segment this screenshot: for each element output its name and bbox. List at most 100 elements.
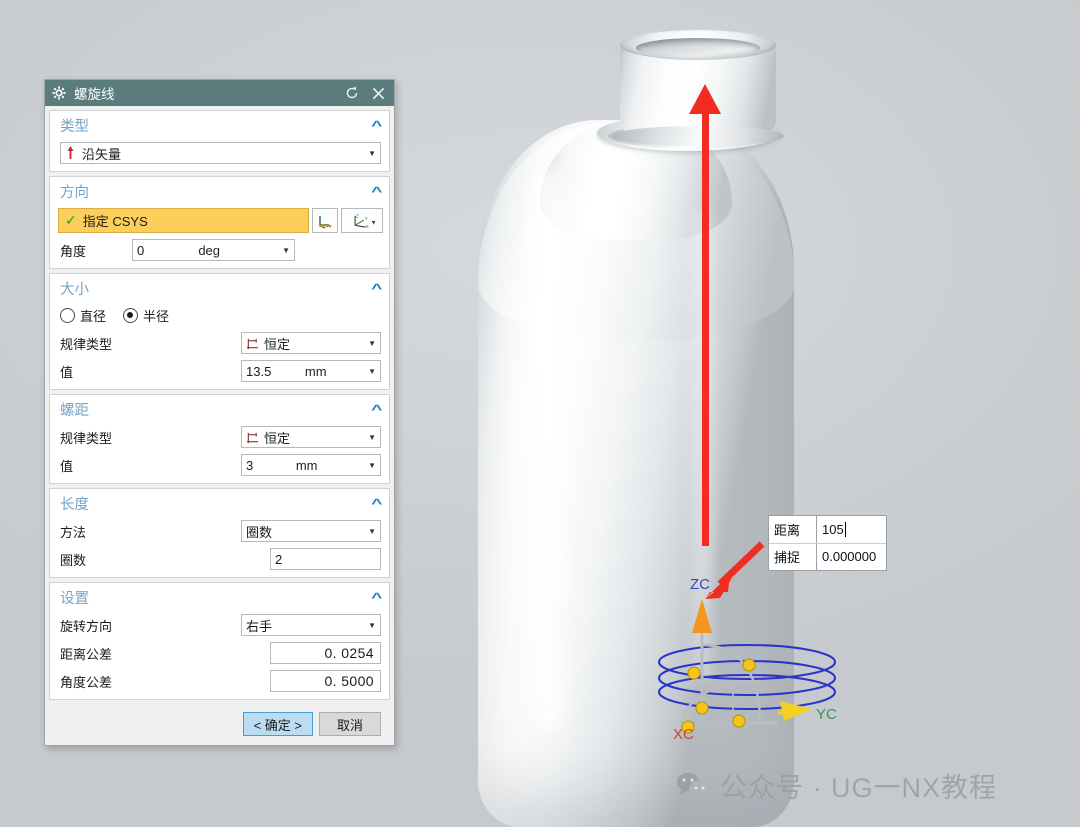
size-law-row: 规律类型 恒定 ▼	[50, 329, 389, 357]
bottle-neck-bore	[636, 38, 760, 58]
check-icon: ✓	[65, 212, 77, 228]
turns-row: 圈数 2	[50, 545, 389, 577]
radio-diameter-label: 直径	[80, 309, 107, 324]
chevron-down-icon[interactable]: ▼	[362, 433, 376, 442]
angle-tolerance-row: 角度公差 0. 5000	[50, 667, 389, 699]
pitch-value: 3	[246, 457, 254, 473]
distance-input[interactable]: 105	[816, 516, 886, 543]
chevron-up-icon[interactable]: ^	[372, 184, 383, 199]
ok-button[interactable]: < 确定 >	[242, 712, 313, 736]
pitch-law-select[interactable]: 恒定 ▼	[241, 426, 381, 448]
chevron-down-icon[interactable]: ▼	[368, 461, 376, 470]
chevron-up-icon[interactable]: ^	[372, 590, 383, 605]
distance-row: 距离 105	[769, 516, 886, 543]
helix-dialog[interactable]: 螺旋线 类型 ^ 沿矢量 ▼ 方向 ^ ✓ 指定 CSYS Z Y X 角度 0…	[44, 79, 395, 746]
chevron-up-icon[interactable]: ^	[372, 402, 383, 417]
chevron-up-icon[interactable]: ^	[372, 281, 383, 296]
chevron-down-icon[interactable]: ▼	[282, 246, 290, 255]
turns-label: 圈数	[60, 552, 87, 568]
pitch-law-value: 恒定	[264, 430, 291, 446]
distance-entry-box[interactable]: 距离 105 捕捉 0.000000	[768, 515, 887, 571]
angle-label: 角度	[60, 243, 87, 259]
length-method-select[interactable]: 圈数 ▼	[241, 520, 381, 542]
distance-tolerance-input[interactable]: 0. 0254	[270, 642, 381, 664]
section-pitch-header[interactable]: 螺距 ^	[50, 395, 389, 423]
turns-value: 2	[275, 551, 283, 567]
specify-csys-button[interactable]: ✓ 指定 CSYS	[58, 208, 309, 233]
size-law-select[interactable]: 恒定 ▼	[241, 332, 381, 354]
section-size: 大小 ^ 直径 半径 规律类型 恒定 ▼ 值 13.5 mm ▼	[49, 273, 390, 390]
pitch-value-label: 值	[60, 458, 74, 474]
pitch-value-input[interactable]: 3 mm ▼	[241, 454, 381, 476]
section-type-title: 类型	[60, 119, 89, 135]
dialog-button-row: < 确定 > 取消	[49, 704, 390, 745]
svg-text:Z: Z	[356, 213, 359, 219]
pitch-law-row: 规律类型 恒定 ▼	[50, 423, 389, 451]
section-type: 类型 ^ 沿矢量 ▼	[49, 110, 390, 172]
snap-row: 捕捉 0.000000	[769, 542, 886, 570]
dialog-titlebar[interactable]: 螺旋线	[45, 80, 394, 106]
close-icon[interactable]	[369, 84, 387, 102]
size-law-value: 恒定	[264, 336, 291, 352]
size-value-row: 值 13.5 mm ▼	[50, 357, 389, 389]
cancel-button[interactable]: 取消	[319, 712, 381, 736]
wechat-icon	[677, 772, 709, 800]
length-method-label: 方法	[60, 524, 87, 540]
chevron-up-icon[interactable]: ^	[372, 496, 383, 511]
watermark: 公众号 · UG一NX教程	[676, 766, 997, 805]
chevron-down-icon[interactable]: ▼	[368, 367, 376, 376]
radio-radius[interactable]	[123, 308, 139, 323]
rotation-label: 旋转方向	[60, 618, 113, 634]
size-radio-row: 直径 半径	[50, 302, 389, 329]
section-settings-header[interactable]: 设置 ^	[50, 583, 389, 611]
turns-input[interactable]: 2	[270, 548, 381, 570]
csys-axes-icon: Z Y X ▼	[354, 213, 375, 229]
section-direction-title: 方向	[60, 185, 89, 201]
pitch-unit: mm	[295, 457, 318, 473]
axis-label-yc: YC	[816, 706, 837, 723]
bottle-highlight	[520, 170, 574, 730]
size-value-input[interactable]: 13.5 mm ▼	[241, 360, 381, 382]
section-settings: 设置 ^ 旋转方向 右手 ▼ 距离公差 0. 0254 角度公差 0. 5000	[49, 582, 390, 700]
text-caret	[844, 521, 846, 537]
section-type-header[interactable]: 类型 ^	[50, 111, 389, 139]
angle-tolerance-label: 角度公差	[60, 674, 113, 690]
section-size-title: 大小	[60, 282, 89, 298]
chevron-down-icon[interactable]: ▼	[362, 149, 376, 158]
csys-constructor-button[interactable]	[312, 208, 338, 233]
distance-label: 距离	[774, 522, 801, 538]
section-pitch: 螺距 ^ 规律类型 恒定 ▼ 值 3 mm ▼	[49, 394, 390, 484]
angle-input[interactable]: 0 deg ▼	[132, 239, 296, 261]
section-length-header[interactable]: 长度 ^	[50, 489, 389, 517]
radio-radius-label: 半径	[143, 309, 170, 324]
reset-icon[interactable]	[343, 84, 361, 102]
angle-row: 角度 0 deg ▼	[50, 236, 389, 268]
radio-diameter[interactable]	[60, 308, 75, 323]
distance-tolerance-row: 距离公差 0. 0254	[50, 639, 389, 667]
snap-input[interactable]: 0.000000	[816, 543, 886, 570]
chevron-down-icon[interactable]: ▼	[362, 621, 376, 630]
type-row: 沿矢量 ▼	[50, 139, 389, 171]
csys-triad[interactable]: ZC YC XC	[660, 575, 870, 740]
bottle-neck-base	[612, 126, 784, 146]
axis-label-zc: ZC	[690, 576, 710, 593]
length-method-row: 方法 圈数 ▼	[50, 517, 389, 545]
angle-tolerance-input[interactable]: 0. 5000	[270, 670, 381, 692]
pitch-law-label: 规律类型	[60, 430, 113, 446]
rotation-select[interactable]: 右手 ▼	[241, 614, 381, 636]
csys-type-dropdown[interactable]: Z Y X ▼	[341, 208, 383, 233]
type-select[interactable]: 沿矢量 ▼	[60, 142, 381, 164]
chevron-up-icon[interactable]: ^	[372, 118, 383, 133]
distance-tolerance-label: 距离公差	[60, 646, 113, 662]
size-value: 13.5	[246, 363, 272, 379]
csys-row: ✓ 指定 CSYS Z Y X	[50, 205, 389, 236]
section-direction-header[interactable]: 方向 ^	[50, 177, 389, 205]
dialog-title: 螺旋线	[74, 87, 115, 102]
rotation-row: 旋转方向 右手 ▼	[50, 611, 389, 639]
section-settings-title: 设置	[60, 591, 89, 607]
constant-law-icon	[246, 338, 259, 349]
chevron-down-icon[interactable]: ▼	[362, 527, 376, 536]
section-direction: 方向 ^ ✓ 指定 CSYS Z Y X 角度 0 deg ▼	[49, 176, 390, 269]
section-size-header[interactable]: 大小 ^	[50, 274, 389, 302]
chevron-down-icon[interactable]: ▼	[362, 339, 376, 348]
